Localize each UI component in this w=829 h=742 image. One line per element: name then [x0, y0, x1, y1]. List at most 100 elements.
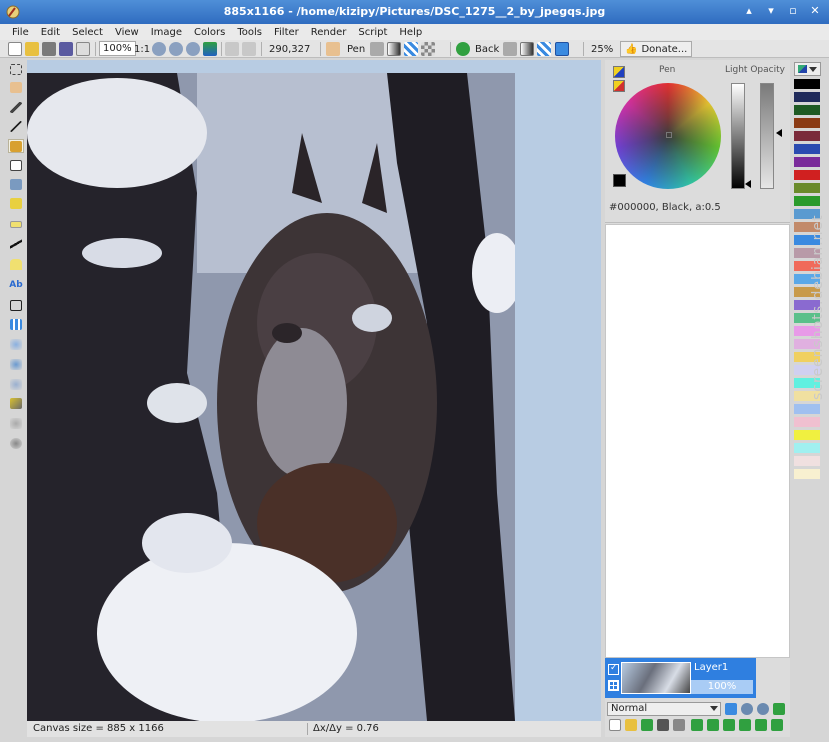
palette-swatch[interactable] — [794, 144, 820, 155]
pen-pattern-icon[interactable] — [404, 42, 418, 56]
layer-zoom-out-icon[interactable] — [757, 703, 769, 715]
rotate-icon[interactable] — [755, 719, 767, 731]
eraser-tool[interactable] — [8, 158, 24, 172]
menu-render[interactable]: Render — [305, 27, 353, 38]
value-slider[interactable] — [731, 83, 745, 189]
palette-swatch[interactable] — [794, 430, 820, 441]
copy-icon[interactable] — [76, 42, 90, 56]
filter-tool-2[interactable] — [8, 357, 24, 371]
close-icon[interactable]: ✕ — [809, 4, 821, 17]
redo-icon[interactable] — [242, 42, 256, 56]
palette-swatch[interactable] — [794, 469, 820, 480]
layer-properties-icon[interactable] — [657, 719, 669, 731]
menu-view[interactable]: View — [109, 27, 145, 38]
back-gradient-icon[interactable] — [520, 42, 534, 56]
opacity-slider[interactable] — [760, 83, 774, 189]
palette-swatch[interactable] — [794, 443, 820, 454]
palette-swatch[interactable] — [794, 456, 820, 467]
palette-swatch[interactable] — [794, 404, 820, 415]
pen-gradient-icon[interactable] — [387, 42, 401, 56]
back-fill-icon[interactable] — [503, 42, 517, 56]
zoom-ratio[interactable]: 1:1 — [131, 41, 153, 57]
layer-raise-icon[interactable] — [707, 719, 719, 731]
color-picker-tool[interactable] — [8, 100, 24, 114]
pen-mode-label[interactable]: Pen — [344, 41, 368, 57]
settings-tool[interactable] — [8, 436, 24, 450]
menu-colors[interactable]: Colors — [188, 27, 231, 38]
window-shade-icon[interactable]: ▴ — [743, 4, 755, 17]
palette-swatch[interactable] — [794, 417, 820, 428]
palette-swatch[interactable] — [794, 170, 820, 181]
blend-mode-select[interactable]: Normal — [607, 702, 721, 716]
layer-up-icon[interactable] — [725, 703, 737, 715]
undo-icon[interactable] — [225, 42, 239, 56]
menu-tools[interactable]: Tools — [231, 27, 268, 38]
duplicate-layer-icon[interactable] — [641, 719, 653, 731]
menu-file[interactable]: File — [6, 27, 35, 38]
open-layer-icon[interactable] — [625, 719, 637, 731]
opacity-slider-handle[interactable] — [776, 129, 782, 137]
fill-tool[interactable] — [8, 177, 24, 191]
flip-horizontal-icon[interactable] — [723, 719, 735, 731]
layer-zoom-in-icon[interactable] — [741, 703, 753, 715]
current-color-swatch[interactable] — [613, 174, 626, 187]
menu-filter[interactable]: Filter — [268, 27, 305, 38]
new-layer-icon[interactable] — [609, 719, 621, 731]
layer-opacity[interactable]: 100% — [691, 680, 753, 694]
layers-icon[interactable] — [203, 42, 217, 56]
menu-script[interactable]: Script — [352, 27, 393, 38]
layer-transform-icon[interactable] — [771, 719, 783, 731]
palette-select[interactable] — [794, 62, 821, 76]
curve-tool[interactable] — [8, 237, 24, 251]
minimize-icon[interactable]: ▾ — [765, 4, 777, 17]
layer-grid-icon[interactable] — [608, 680, 619, 691]
flip-vertical-icon[interactable] — [739, 719, 751, 731]
menu-edit[interactable]: Edit — [35, 27, 66, 38]
value-slider-handle[interactable] — [745, 180, 751, 188]
palette-swatch[interactable] — [794, 196, 820, 207]
perspective-tool[interactable] — [8, 317, 24, 331]
rectangle-tool[interactable] — [8, 217, 24, 231]
save-as-icon[interactable] — [59, 42, 73, 56]
color-swap-icon[interactable] — [613, 80, 625, 92]
layer-thumbnail[interactable] — [621, 662, 691, 694]
hand-icon[interactable] — [326, 42, 340, 56]
filter-tool-1[interactable] — [8, 337, 24, 351]
select-tool[interactable] — [8, 62, 24, 76]
clone-tool[interactable] — [8, 416, 24, 430]
filter-tool-3[interactable] — [8, 377, 24, 391]
menu-image[interactable]: Image — [145, 27, 188, 38]
donate-button[interactable]: 👍 Donate... — [620, 41, 693, 57]
palette-swatch[interactable] — [794, 118, 820, 129]
selection-tool[interactable] — [8, 196, 24, 210]
color-mode-icon[interactable] — [613, 66, 625, 78]
hand-tool[interactable] — [8, 80, 24, 94]
delete-layer-icon[interactable] — [673, 719, 685, 731]
back-pattern-icon[interactable] — [537, 42, 551, 56]
palette-swatch[interactable] — [794, 105, 820, 116]
layer-row[interactable]: ✓ Layer1 100% — [605, 658, 756, 698]
pen-transparent-icon[interactable] — [421, 42, 435, 56]
palette-swatch[interactable] — [794, 79, 820, 90]
swap-colors-icon[interactable] — [456, 42, 470, 56]
brush-tool[interactable] — [8, 139, 24, 153]
palette-swatch[interactable] — [794, 131, 820, 142]
crop-tool[interactable] — [8, 298, 24, 312]
menu-select[interactable]: Select — [66, 27, 109, 38]
opacity-percent[interactable]: 25% — [588, 41, 616, 57]
pen-tool[interactable] — [8, 119, 24, 133]
palette-swatch[interactable] — [794, 92, 820, 103]
zoom-fit-icon[interactable] — [186, 42, 200, 56]
smudge-tool[interactable] — [8, 396, 24, 410]
canvas-area[interactable] — [27, 60, 601, 721]
menu-help[interactable]: Help — [393, 27, 428, 38]
palette-swatch[interactable] — [794, 157, 820, 168]
layer-visible-checkbox[interactable]: ✓ — [608, 663, 619, 675]
color-wheel-cursor[interactable] — [666, 132, 672, 138]
zoom-out-icon[interactable] — [169, 42, 183, 56]
pen-fill-icon[interactable] — [370, 42, 384, 56]
open-folder-icon[interactable] — [25, 42, 39, 56]
layer-name[interactable]: Layer1 — [694, 662, 728, 673]
squirrel-photo[interactable] — [27, 73, 515, 721]
text-tool[interactable]: Ab — [8, 278, 24, 292]
